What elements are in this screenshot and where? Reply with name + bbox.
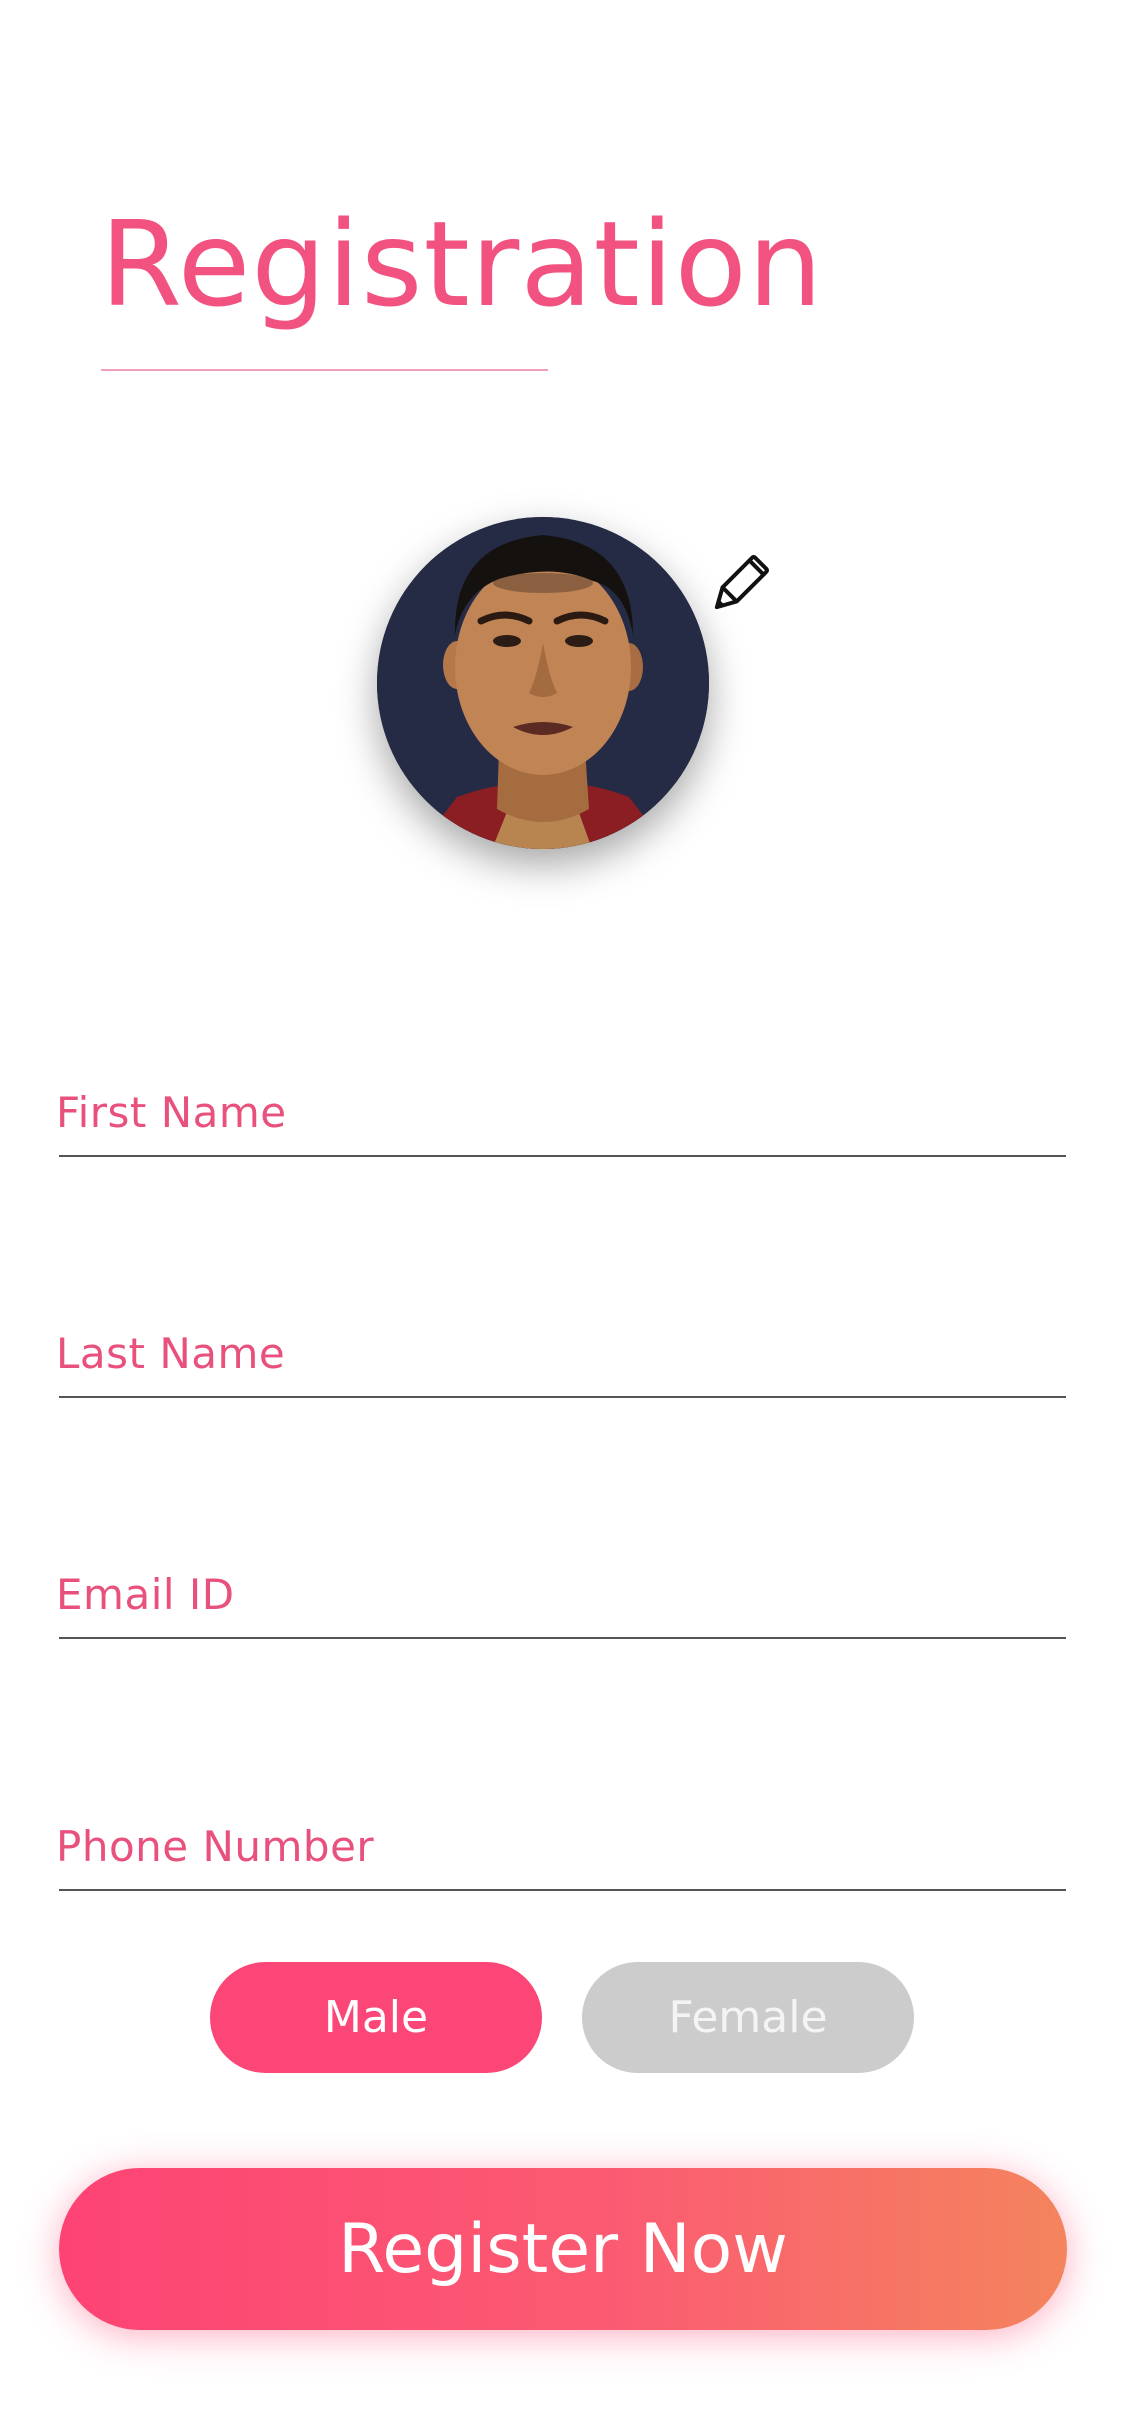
page-title: Registration (100, 195, 824, 333)
profile-photo-icon (377, 517, 709, 849)
last-name-underline (59, 1396, 1066, 1398)
first-name-field[interactable]: First Name (56, 1067, 1070, 1159)
phone-field[interactable]: Phone Number (56, 1801, 1070, 1893)
email-input[interactable] (56, 1549, 1070, 1641)
edit-photo-icon[interactable] (712, 540, 784, 612)
email-field[interactable]: Email ID (56, 1549, 1070, 1641)
first-name-underline (59, 1155, 1066, 1157)
phone-input[interactable] (56, 1801, 1070, 1893)
title-underline (101, 369, 548, 371)
profile-avatar[interactable] (377, 517, 709, 849)
phone-underline (59, 1889, 1066, 1891)
last-name-field[interactable]: Last Name (56, 1308, 1070, 1400)
email-underline (59, 1637, 1066, 1639)
register-now-button[interactable]: Register Now (59, 2168, 1067, 2330)
last-name-input[interactable] (56, 1308, 1070, 1400)
gender-female-button[interactable]: Female (582, 1962, 914, 2073)
gender-male-button[interactable]: Male (210, 1962, 542, 2073)
first-name-input[interactable] (56, 1067, 1070, 1159)
